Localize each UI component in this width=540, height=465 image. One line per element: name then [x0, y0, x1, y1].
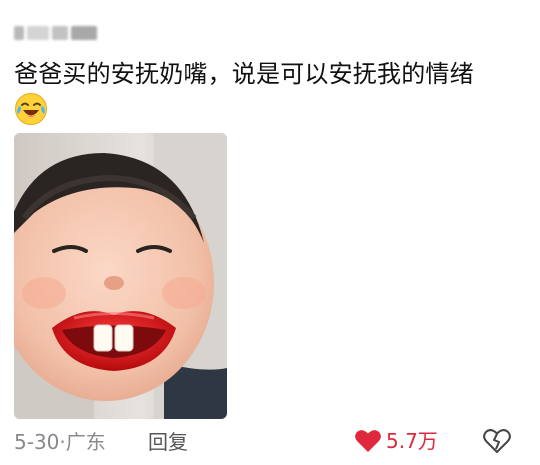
username-blurred[interactable] — [14, 22, 106, 44]
laughing-crying-emoji-icon — [14, 92, 48, 126]
heart-icon — [355, 430, 381, 452]
comment-footer: 5-30·广东 回复 5.7万 — [0, 425, 540, 459]
post-text: 爸爸买的安抚奶嘴，说是可以安抚我的情绪 — [14, 60, 474, 88]
broken-heart-icon — [483, 429, 511, 454]
comment-card: 爸爸买的安抚奶嘴，说是可以安抚我的情绪 5-30·广东 回复 5.7万 — [0, 0, 540, 465]
comment-meta: 5-30·广东 — [14, 430, 106, 454]
like-button[interactable]: 5.7万 — [354, 427, 438, 455]
like-count: 5.7万 — [386, 429, 438, 453]
reply-button[interactable]: 回复 — [148, 429, 188, 455]
post-photo[interactable] — [14, 133, 227, 419]
dislike-button[interactable] — [483, 428, 511, 458]
